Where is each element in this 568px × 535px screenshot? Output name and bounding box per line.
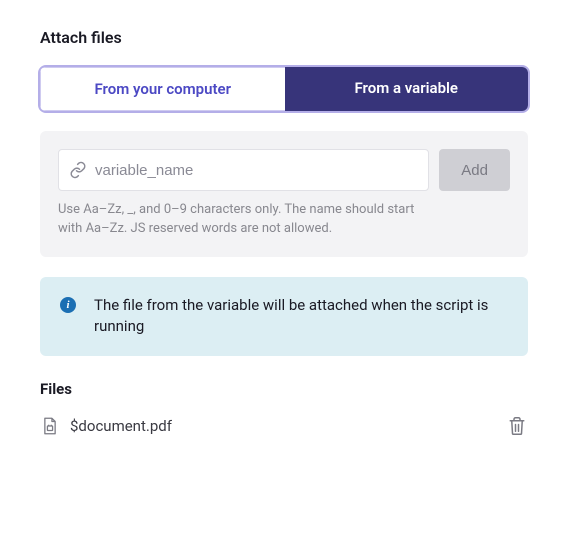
variable-input-wrap: [58, 149, 429, 191]
info-text: The file from the variable will be attac…: [94, 295, 508, 339]
variable-hint: Use Aa–Zz, _, and 0–9 characters only. T…: [58, 201, 418, 239]
source-tabs: From your computer From a variable: [40, 67, 528, 111]
info-box: i The file from the variable will be att…: [40, 277, 528, 357]
file-name: $document.pdf: [70, 417, 496, 435]
link-icon: [69, 161, 87, 179]
tab-from-variable[interactable]: From a variable: [285, 67, 529, 111]
tab-from-computer[interactable]: From your computer: [40, 67, 285, 111]
add-button[interactable]: Add: [439, 149, 510, 191]
trash-icon[interactable]: [508, 416, 526, 436]
variable-input-row: Add: [58, 149, 510, 191]
file-row: $document.pdf: [40, 412, 528, 440]
info-icon: i: [60, 297, 76, 313]
variable-panel: Add Use Aa–Zz, _, and 0–9 characters onl…: [40, 131, 528, 257]
variable-name-input[interactable]: [95, 162, 418, 179]
file-icon: [42, 417, 58, 435]
files-heading: Files: [40, 380, 528, 398]
page-title: Attach files: [40, 28, 528, 47]
